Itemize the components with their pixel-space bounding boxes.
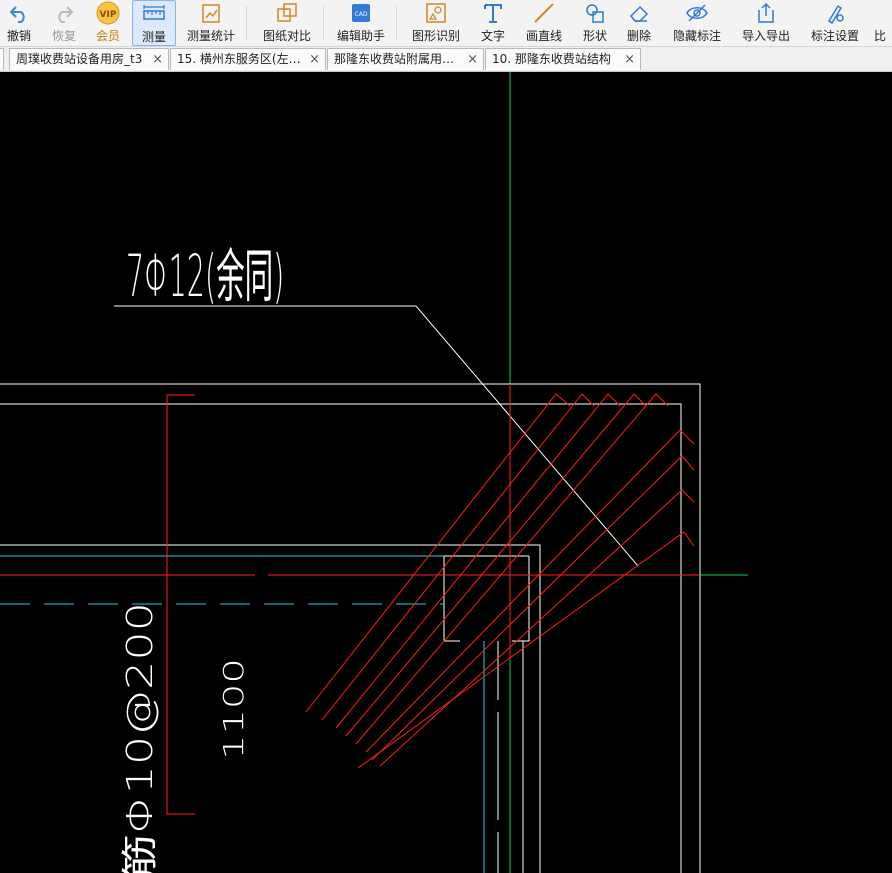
vip-label: 会员 xyxy=(95,29,120,43)
line-button[interactable]: 画直线 xyxy=(522,0,566,46)
redo-button[interactable]: 恢复 xyxy=(47,0,81,46)
tab-bar: 周璞收费站设备用房_t3 × 15. 横州东服务区(左… × 那隆东收费站附属用… xyxy=(0,47,892,72)
rebar-fan xyxy=(305,393,695,769)
compare-label: 图纸对比 xyxy=(262,29,311,43)
close-icon[interactable]: × xyxy=(624,49,635,70)
undo-icon xyxy=(7,1,31,25)
edit-assistant-label: 编辑助手 xyxy=(336,29,385,43)
shape-recognize-button[interactable]: 图形识别 xyxy=(407,0,465,46)
toolbar: 撤销 恢复 VIP 会员 测量 测量统计 图纸对比 CAD 编辑助手 图形识别 … xyxy=(0,0,892,47)
tab-document[interactable]: 那隆东收费站附属用… × xyxy=(327,48,484,70)
concrete-outline xyxy=(0,383,701,873)
dimension-lines xyxy=(0,384,700,815)
tab-overflow[interactable] xyxy=(0,48,4,70)
annotation-settings-button[interactable]: 标注设置 xyxy=(806,0,864,46)
line-icon xyxy=(532,1,556,25)
more-button[interactable]: 比 xyxy=(874,0,892,46)
drawing-canvas[interactable]: 7Φ12(余同) 1100 筋Φ10@200 xyxy=(0,72,892,873)
line-gaps xyxy=(255,573,500,832)
redo-label: 恢复 xyxy=(51,29,76,43)
measure-stats-icon xyxy=(199,1,223,25)
shape-icon xyxy=(583,1,607,25)
tab-document[interactable]: 周璞收费站设备用房_t3 × xyxy=(9,48,169,70)
hide-annotation-button[interactable]: 隐藏标注 xyxy=(668,0,726,46)
cad-icon: CAD xyxy=(349,1,373,25)
measure-label: 测量 xyxy=(141,30,166,44)
more-label: 比 xyxy=(874,29,887,43)
tab-document[interactable]: 15. 横州东服务区(左… × xyxy=(170,48,326,70)
rebar-callout: 7Φ12(余同) xyxy=(126,243,284,310)
import-export-button[interactable]: 导入导出 xyxy=(737,0,795,46)
tab-title: 15. 横州东服务区(左… xyxy=(177,52,301,66)
rebar-spacing-text: 筋Φ10@200 xyxy=(119,602,161,873)
redo-icon xyxy=(52,1,76,25)
close-icon[interactable]: × xyxy=(309,49,320,70)
shape-label: 形状 xyxy=(582,29,607,43)
settings-icon xyxy=(823,1,847,25)
undo-label: 撤销 xyxy=(6,29,31,43)
measure-button[interactable]: 测量 xyxy=(132,0,176,46)
close-icon[interactable]: × xyxy=(467,49,478,70)
cad-drawing[interactable]: 7Φ12(余同) 1100 筋Φ10@200 xyxy=(0,72,892,873)
partial-icon xyxy=(874,1,892,25)
compare-icon xyxy=(275,1,299,25)
export-icon xyxy=(754,1,778,25)
import-export-label: 导入导出 xyxy=(741,29,790,43)
tab-title: 10. 那隆东收费站结构 xyxy=(492,52,611,66)
ruler-icon xyxy=(142,2,166,26)
undo-button[interactable]: 撤销 xyxy=(2,0,36,46)
compare-button[interactable]: 图纸对比 xyxy=(258,0,316,46)
line-label: 画直线 xyxy=(525,29,562,43)
leader-line xyxy=(114,305,639,567)
close-icon[interactable]: × xyxy=(152,49,163,70)
toolbar-divider xyxy=(246,6,247,40)
shape-button[interactable]: 形状 xyxy=(578,0,612,46)
text-button[interactable]: 文字 xyxy=(476,0,510,46)
shape-recognize-icon xyxy=(424,1,448,25)
tab-title: 那隆东收费站附属用… xyxy=(334,52,455,66)
eye-icon xyxy=(685,1,709,25)
vip-icon: VIP xyxy=(96,1,120,25)
edit-assistant-button[interactable]: CAD 编辑助手 xyxy=(334,0,388,46)
measure-stats-button[interactable]: 测量统计 xyxy=(184,0,238,46)
measure-stats-label: 测量统计 xyxy=(186,29,235,43)
cad-badge-text: CAD xyxy=(355,11,368,18)
text-icon xyxy=(481,1,505,25)
toolbar-divider xyxy=(396,6,397,40)
eraser-icon xyxy=(627,1,651,25)
dimension-text: 1100 xyxy=(218,658,250,760)
vip-button[interactable]: VIP 会员 xyxy=(91,0,125,46)
text-label: 文字 xyxy=(480,29,505,43)
vip-badge-text: VIP xyxy=(100,10,117,20)
shape-recognize-label: 图形识别 xyxy=(411,29,460,43)
annotation-settings-label: 标注设置 xyxy=(810,29,859,43)
tab-title: 周璞收费站设备用房_t3 xyxy=(16,52,143,66)
tab-document[interactable]: 10. 那隆东收费站结构 × xyxy=(485,48,641,70)
toolbar-divider xyxy=(323,6,324,40)
hide-annotation-label: 隐藏标注 xyxy=(672,29,721,43)
delete-button[interactable]: 删除 xyxy=(622,0,656,46)
delete-label: 删除 xyxy=(626,29,651,43)
